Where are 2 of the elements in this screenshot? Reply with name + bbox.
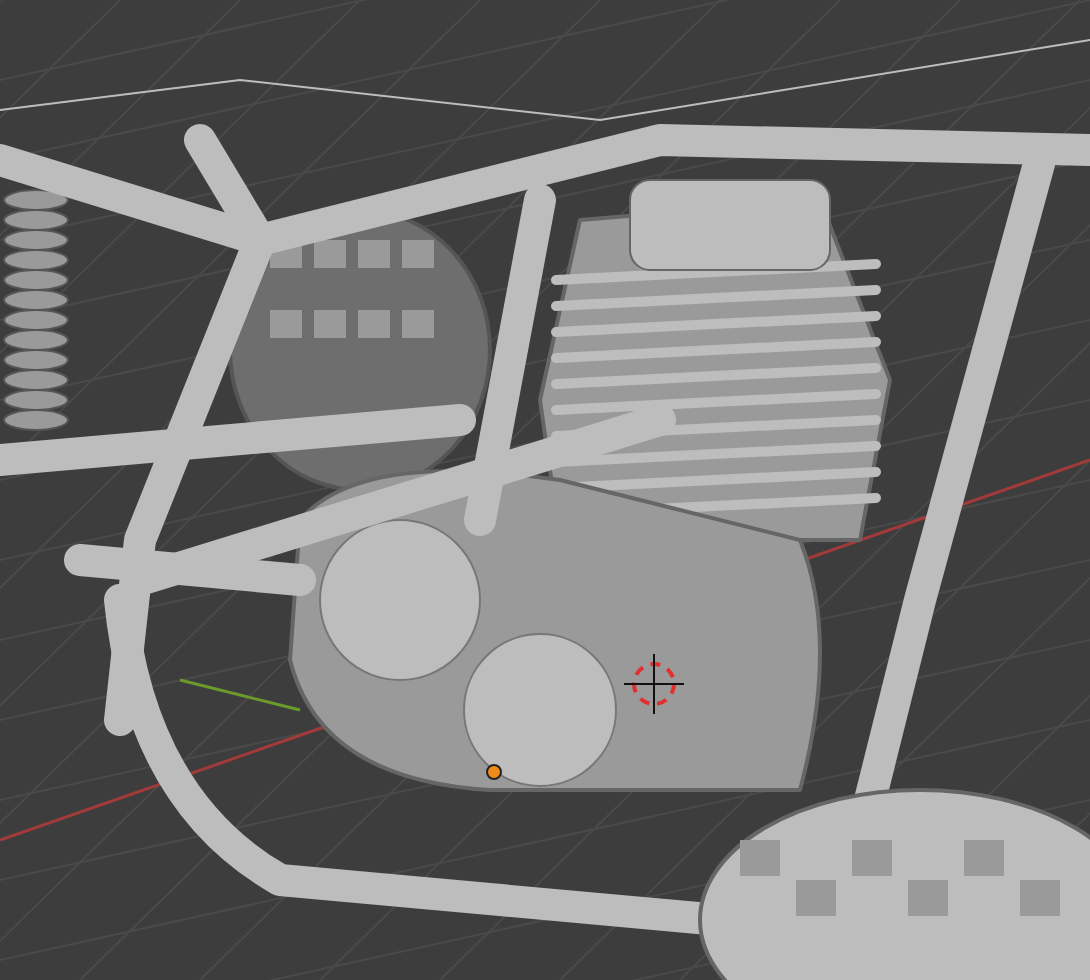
origin-dot-icon [486,764,502,780]
3d-cursor-icon [623,653,685,715]
